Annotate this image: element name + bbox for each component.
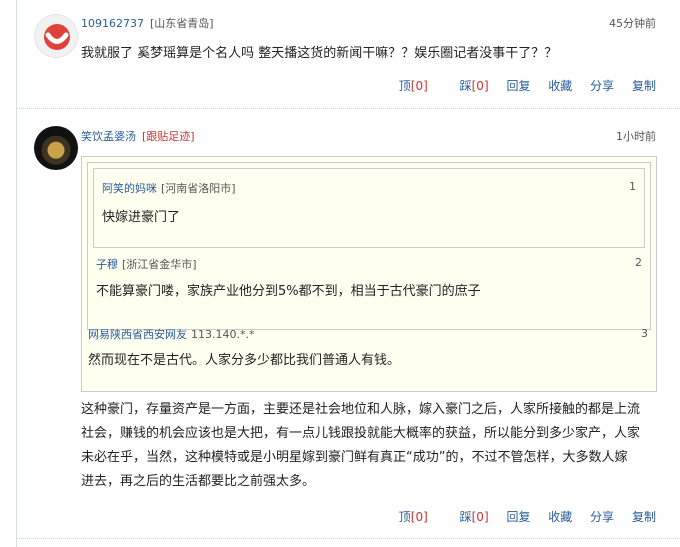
comment-time: 1小时前 (616, 130, 656, 143)
copy-link[interactable]: 复制 (632, 510, 656, 524)
quote-location: 113.140.*.* (191, 328, 255, 341)
user-avatar[interactable] (34, 14, 78, 58)
floor-number: 3 (641, 327, 648, 340)
user-avatar[interactable] (34, 126, 78, 170)
quote-header: 阿笑的妈咪 [河南省洛阳市] (102, 180, 236, 196)
quote-text: 快嫁进豪门了 (102, 210, 181, 225)
floor-number: 1 (629, 180, 636, 193)
follow-trail-link[interactable]: [跟贴足迹] (142, 130, 195, 143)
comment-time: 45分钟前 (609, 17, 656, 30)
quote-location: [浙江省金华市] (122, 258, 197, 271)
comment-divider (17, 538, 680, 539)
comment-text-line: 进去，再之后的生活都要比之前强太多。 (81, 474, 316, 489)
comment-text-line: 这种豪门，存量资产是一方面，主要还是社会地位和人脉，嫁入豪门之后，人家所接触的都… (81, 402, 641, 417)
comment-actions: 顶[0] 踩[0] 回复 收藏 分享 复制 (371, 508, 656, 525)
reply-link[interactable]: 回复 (506, 79, 530, 93)
upvote-link[interactable]: 顶[0] (385, 79, 428, 93)
downvote-link[interactable]: 踩[0] (446, 510, 489, 524)
comment-header: 笑饮孟婆汤 [跟贴足迹] (81, 128, 195, 144)
comment-text-line: 未必在乎，当然，这种模特或是小明星嫁到豪门鲜有真正“成功”的，不过不管怎样，大多… (81, 450, 628, 465)
quote-username-link[interactable]: 子穆 (96, 258, 118, 271)
comment-text: 我就服了 奚梦瑶算是个名人吗 整天播这货的新闻干嘛？？娱乐圈记者没事干了？？ (81, 46, 558, 61)
username-link[interactable]: 109162737 (81, 17, 144, 30)
quote-username-link[interactable]: 网易陕西省西安网友 (88, 328, 187, 341)
quote-box-floor-1: 阿笑的妈咪 [河南省洛阳市] 1 快嫁进豪门了 (93, 168, 645, 248)
downvote-link[interactable]: 踩[0] (446, 79, 489, 93)
quote-text: 然而现在不是古代。人家分多少都比我们普通人有钱。 (88, 353, 401, 368)
quote-text: 不能算豪门喽，家族产业他分到5%都不到，相当于古代豪门的庶子 (96, 284, 481, 299)
quote-username-link[interactable]: 阿笑的妈咪 (102, 182, 157, 195)
comment-text-line: 社会，赚钱的机会应该也是大把，有一点儿钱跟投就能大概率的获益，所以能分到多少家产… (81, 426, 641, 441)
share-link[interactable]: 分享 (590, 510, 614, 524)
user-location: [山东省青岛] (150, 17, 214, 30)
quote-location: [河南省洛阳市] (161, 182, 236, 195)
upvote-link[interactable]: 顶[0] (385, 510, 428, 524)
save-link[interactable]: 收藏 (548, 510, 572, 524)
username-link[interactable]: 笑饮孟婆汤 (81, 130, 136, 143)
comment-header: 109162737 [山东省青岛] (81, 15, 214, 31)
share-link[interactable]: 分享 (590, 79, 614, 93)
comment-divider (17, 108, 680, 109)
reply-link[interactable]: 回复 (506, 510, 530, 524)
netease-logo-icon (44, 24, 70, 50)
quote-box-floor-3: 阿笑的妈咪 [河南省洛阳市] 1 快嫁进豪门了 子穆 [浙江省金华市] 2 不能算豪… (81, 156, 657, 392)
quote-header: 子穆 [浙江省金华市] (96, 256, 197, 272)
quote-header: 网易陕西省西安网友 113.140.*.* (88, 326, 254, 342)
quote-box-floor-2: 阿笑的妈咪 [河南省洛阳市] 1 快嫁进豪门了 子穆 [浙江省金华市] 2 不能算豪… (87, 162, 651, 330)
comment-text: 这种豪门，存量资产是一方面，主要还是社会地位和人脉，嫁入豪门之后，人家所接触的都… (81, 398, 661, 494)
copy-link[interactable]: 复制 (632, 79, 656, 93)
floor-number: 2 (635, 256, 642, 269)
comment-actions: 顶[0] 踩[0] 回复 收藏 分享 复制 (371, 77, 656, 94)
save-link[interactable]: 收藏 (548, 79, 572, 93)
comment-panel: 109162737 [山东省青岛] 45分钟前 我就服了 奚梦瑶算是个名人吗 整天… (16, 0, 680, 547)
